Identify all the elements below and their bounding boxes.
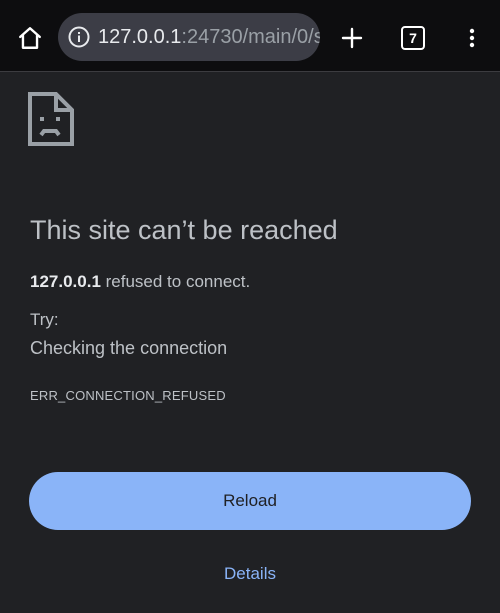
error-host: 127.0.0.1 (30, 272, 101, 291)
home-button[interactable] (10, 18, 50, 58)
menu-button[interactable] (452, 18, 492, 58)
sad-page-icon (28, 92, 74, 146)
error-title: This site can’t be reached (30, 215, 338, 245)
plus-icon (341, 27, 363, 49)
error-code: ERR_CONNECTION_REFUSED (30, 388, 226, 403)
error-message-suffix: refused to connect. (100, 272, 251, 291)
new-tab-button[interactable] (332, 18, 372, 58)
tab-switcher-button[interactable]: 7 (393, 18, 433, 58)
error-message: 127.0.0.1 refused to connect. (30, 272, 250, 292)
url-text: 127.0.0.1:24730/main/0/s (98, 26, 320, 49)
more-vert-icon (469, 28, 475, 48)
try-label: Try: (30, 310, 59, 329)
info-icon[interactable] (67, 25, 91, 49)
error-page: This site can’t be reached 127.0.0.1 ref… (0, 72, 500, 613)
details-button[interactable]: Details (0, 564, 500, 584)
url-host: 127.0.0.1 (98, 25, 182, 48)
tab-count-badge: 7 (401, 26, 425, 50)
suggestion-item: Checking the connection (30, 338, 228, 358)
address-bar[interactable]: 127.0.0.1:24730/main/0/s (58, 13, 320, 61)
home-icon (19, 27, 41, 49)
url-path: :24730/main/0/s (181, 25, 320, 48)
browser-toolbar: 127.0.0.1:24730/main/0/s 7 (0, 0, 500, 72)
reload-button[interactable]: Reload (29, 472, 471, 530)
